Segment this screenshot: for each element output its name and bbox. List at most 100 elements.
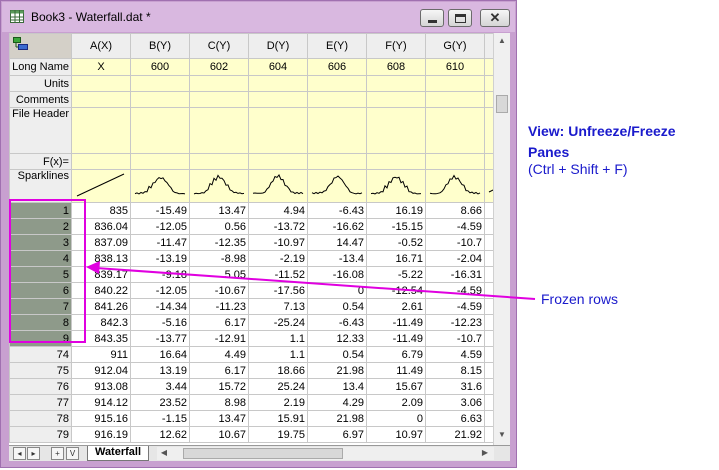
- title-bar[interactable]: Book3 - Waterfall.dat * ✕: [2, 2, 515, 32]
- data-cell[interactable]: 914.12: [71, 394, 131, 411]
- row-number[interactable]: 3: [9, 234, 72, 251]
- data-cell[interactable]: -10.67: [189, 282, 249, 299]
- data-cell[interactable]: 6.97: [307, 426, 367, 443]
- data-cell[interactable]: 14.47: [307, 234, 367, 251]
- data-cell[interactable]: -11.49: [366, 314, 426, 331]
- sparkline-cell[interactable]: [425, 169, 485, 203]
- data-cell[interactable]: 8.66: [425, 202, 485, 219]
- data-cell[interactable]: 10.97: [366, 426, 426, 443]
- data-cell[interactable]: 16.71: [366, 250, 426, 267]
- data-cell[interactable]: 8.15: [425, 362, 485, 379]
- next-sheet-icon[interactable]: ▸: [27, 447, 40, 460]
- data-cell[interactable]: -12.23: [425, 314, 485, 331]
- data-cell[interactable]: -12.05: [130, 282, 190, 299]
- scroll-thumb[interactable]: [496, 95, 508, 113]
- formula-cell[interactable]: [307, 153, 367, 170]
- column-header[interactable]: B(Y): [130, 33, 190, 59]
- scroll-up-icon[interactable]: ▲: [497, 36, 507, 46]
- data-cell[interactable]: -11.52: [248, 266, 308, 283]
- comments-cell[interactable]: [189, 91, 249, 108]
- scroll-right-icon[interactable]: ▶: [480, 448, 490, 458]
- data-cell[interactable]: 16.19: [366, 202, 426, 219]
- data-cell[interactable]: 835: [71, 202, 131, 219]
- long-name-cell[interactable]: X: [71, 58, 131, 76]
- row-number[interactable]: 76: [9, 378, 72, 395]
- table-row[interactable]: 75 912.04 13.19 6.17 18.66 21.98 11.49 8.15: [9, 362, 510, 379]
- data-cell[interactable]: -13.19: [130, 250, 190, 267]
- data-cell[interactable]: 21.98: [307, 362, 367, 379]
- row-number[interactable]: 4: [9, 250, 72, 267]
- comments-cell[interactable]: [307, 91, 367, 108]
- file-header-cell[interactable]: [425, 107, 485, 154]
- data-cell[interactable]: 15.67: [366, 378, 426, 395]
- data-cell[interactable]: -11.49: [366, 330, 426, 347]
- units-cell[interactable]: [189, 75, 249, 92]
- data-cell[interactable]: 2.19: [248, 394, 308, 411]
- sparkline-cell[interactable]: [189, 169, 249, 203]
- data-cell[interactable]: 4.94: [248, 202, 308, 219]
- data-cell[interactable]: 18.66: [248, 362, 308, 379]
- data-cell[interactable]: -6.43: [307, 314, 367, 331]
- data-cell[interactable]: 1.1: [248, 330, 308, 347]
- data-cell[interactable]: -13.77: [130, 330, 190, 347]
- scroll-down-icon[interactable]: ▼: [497, 430, 507, 440]
- data-cell[interactable]: 2.61: [366, 298, 426, 315]
- data-cell[interactable]: -12.35: [189, 234, 249, 251]
- table-row[interactable]: 5 839.17 -9.18 5.05 -11.52 -16.08 -5.22 -16.31: [9, 266, 510, 283]
- data-cell[interactable]: -12.91: [189, 330, 249, 347]
- data-cell[interactable]: 4.29: [307, 394, 367, 411]
- file-header-cell[interactable]: [307, 107, 367, 154]
- data-cell[interactable]: -12.05: [130, 218, 190, 235]
- data-cell[interactable]: 13.19: [130, 362, 190, 379]
- units-cell[interactable]: [425, 75, 485, 92]
- table-row[interactable]: 79 916.19 12.62 10.67 19.75 6.97 10.97 21.92: [9, 426, 510, 443]
- data-cell[interactable]: 13.47: [189, 410, 249, 427]
- data-cell[interactable]: 6.79: [366, 346, 426, 363]
- data-cell[interactable]: 6.17: [189, 362, 249, 379]
- long-name-cell[interactable]: 602: [189, 58, 249, 76]
- data-cell[interactable]: 8.98: [189, 394, 249, 411]
- data-cell[interactable]: 2.09: [366, 394, 426, 411]
- row-number[interactable]: 78: [9, 410, 72, 427]
- data-cell[interactable]: 25.24: [248, 378, 308, 395]
- data-cell[interactable]: 916.19: [71, 426, 131, 443]
- data-cell[interactable]: -5.22: [366, 266, 426, 283]
- units-cell[interactable]: [366, 75, 426, 92]
- data-cell[interactable]: 6.17: [189, 314, 249, 331]
- data-cell[interactable]: 16.64: [130, 346, 190, 363]
- row-number[interactable]: 8: [9, 314, 72, 331]
- data-cell[interactable]: -2.04: [425, 250, 485, 267]
- formula-cell[interactable]: [248, 153, 308, 170]
- vertical-scrollbar[interactable]: ▲ ▼: [493, 33, 510, 445]
- data-cell[interactable]: -4.59: [425, 298, 485, 315]
- sheet-list-button[interactable]: V: [66, 447, 79, 460]
- row-number[interactable]: 7: [9, 298, 72, 315]
- data-cell[interactable]: -16.62: [307, 218, 367, 235]
- data-cell[interactable]: 4.49: [189, 346, 249, 363]
- file-header-cell[interactable]: [248, 107, 308, 154]
- data-cell[interactable]: 21.92: [425, 426, 485, 443]
- data-cell[interactable]: -4.59: [425, 218, 485, 235]
- data-cell[interactable]: 838.13: [71, 250, 131, 267]
- data-cell[interactable]: 841.26: [71, 298, 131, 315]
- data-cell[interactable]: -9.18: [130, 266, 190, 283]
- sparkline-cell[interactable]: [71, 169, 131, 203]
- data-cell[interactable]: 842.3: [71, 314, 131, 331]
- table-row[interactable]: 78 915.16 -1.15 13.47 15.91 21.98 0 6.63: [9, 410, 510, 427]
- data-cell[interactable]: 843.35: [71, 330, 131, 347]
- data-cell[interactable]: 912.04: [71, 362, 131, 379]
- sparkline-cell[interactable]: [366, 169, 426, 203]
- data-cell[interactable]: -16.31: [425, 266, 485, 283]
- data-cell[interactable]: -16.08: [307, 266, 367, 283]
- row-number[interactable]: 74: [9, 346, 72, 363]
- data-cell[interactable]: 15.91: [248, 410, 308, 427]
- data-cell[interactable]: 836.04: [71, 218, 131, 235]
- data-cell[interactable]: -13.4: [307, 250, 367, 267]
- data-cell[interactable]: -15.15: [366, 218, 426, 235]
- data-cell[interactable]: -11.47: [130, 234, 190, 251]
- data-cell[interactable]: 13.4: [307, 378, 367, 395]
- long-name-cell[interactable]: 604: [248, 58, 308, 76]
- data-cell[interactable]: 11.49: [366, 362, 426, 379]
- table-row[interactable]: 3 837.09 -11.47 -12.35 -10.97 14.47 -0.52 -10.7: [9, 234, 510, 251]
- data-cell[interactable]: -1.15: [130, 410, 190, 427]
